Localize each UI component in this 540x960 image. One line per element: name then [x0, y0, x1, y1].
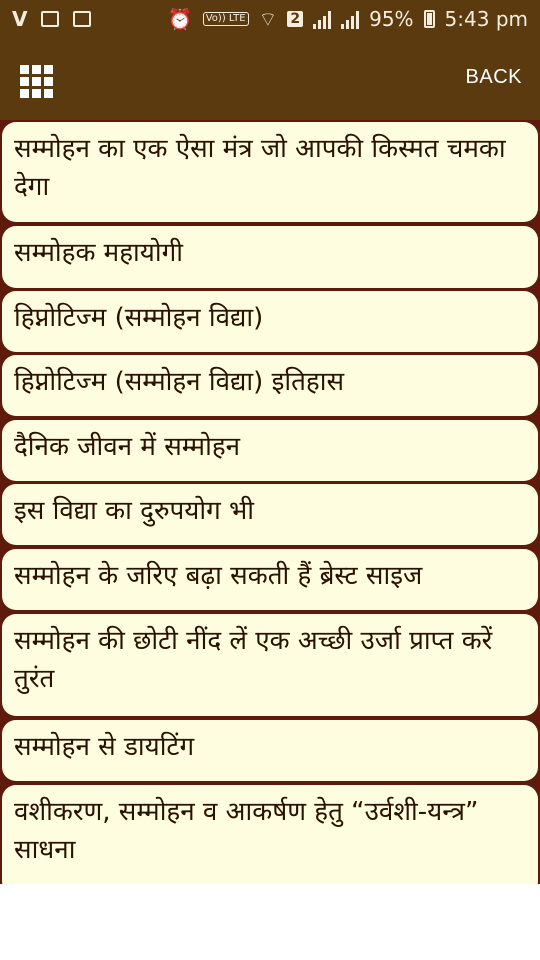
battery-percent: 95% [369, 7, 414, 31]
topic-list[interactable]: सम्मोहन का एक ऐसा मंत्र जो आपकी किस्मत च… [0, 120, 540, 884]
list-item[interactable]: वशीकरण, सम्मोहन व आकर्षण हेतु “उर्वशी-यन… [2, 785, 538, 884]
list-item[interactable]: सम्मोहन की छोटी नींद लें एक अच्छी उर्जा … [2, 614, 538, 716]
app-bar: BACK [0, 38, 540, 120]
list-item[interactable]: सम्मोहन से डायटिंग [2, 720, 538, 781]
sim-indicator: 2 [287, 11, 304, 27]
battery-icon [423, 10, 435, 28]
list-item[interactable]: सम्मोहन का एक ऐसा मंत्र जो आपकी किस्मत च… [2, 122, 538, 222]
list-item[interactable]: सम्मोहक महायोगी [2, 226, 538, 288]
list-item[interactable]: सम्मोहन के जरिए बढ़ा सकती हैं ब्रेस्ट सा… [2, 549, 538, 610]
status-bar: V ⏰ Vo)) LTE ⌔ 2 95% 5:43 pm [0, 0, 540, 38]
list-item[interactable]: हिप्नोटिज्म (सम्मोहन विद्या) इतिहास [2, 355, 538, 416]
volte-indicator: Vo)) LTE [202, 12, 249, 26]
carrier-icon: V [12, 7, 28, 31]
back-button[interactable]: BACK [466, 66, 522, 89]
blank-area [0, 884, 540, 960]
list-item[interactable]: हिप्नोटिज्म (सम्मोहन विद्या) [2, 291, 538, 352]
briefcase-icon [73, 11, 92, 27]
alarm-icon: ⏰ [167, 7, 193, 31]
wifi-icon: ⌔ [258, 6, 278, 31]
list-item[interactable]: इस विद्या का दुरुपयोग भी [2, 484, 538, 545]
gallery-icon [41, 11, 60, 27]
signal-icon-1 [313, 9, 332, 29]
list-item[interactable]: दैनिक जीवन में सम्मोहन [2, 420, 538, 481]
grid-icon[interactable] [20, 65, 54, 98]
clock: 5:43 pm [444, 7, 528, 31]
signal-icon-2 [341, 9, 360, 29]
